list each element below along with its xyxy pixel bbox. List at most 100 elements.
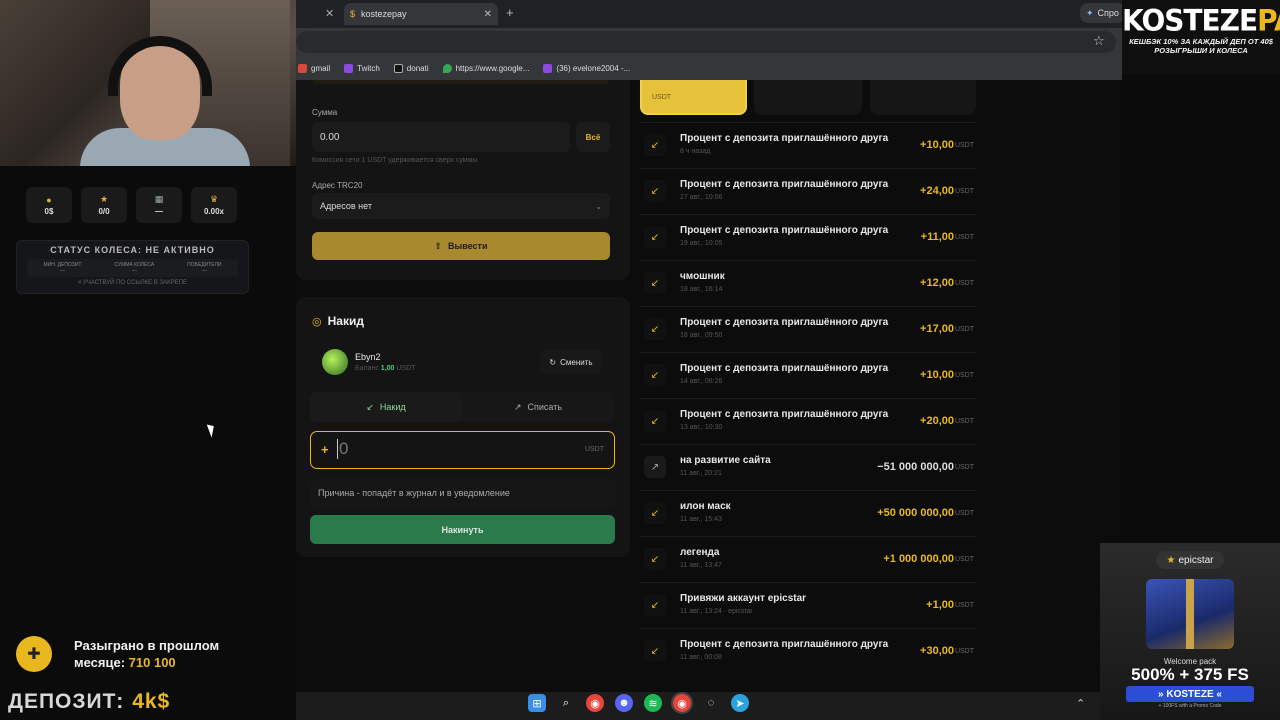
amount-input[interactable]: + 0 USDT <box>310 431 615 469</box>
donati-icon <box>393 63 403 73</box>
transaction-row: ↙ Процент с депозита приглашённого друга 8… <box>640 122 976 168</box>
arrow-down-left-icon: ↙ <box>644 410 666 432</box>
transaction-title: легенда <box>680 547 720 558</box>
close-icon[interactable]: ✕ <box>484 9 492 20</box>
transaction-row: ↙ илон маск 11 авг., 15:43 +50 000 000,00 US… <box>640 490 976 536</box>
stat-last: ▦ — <box>136 187 182 223</box>
moneybag-icon: ● <box>46 194 52 205</box>
chrome-icon[interactable]: ◉ <box>586 694 604 712</box>
wallet-card[interactable] <box>754 80 862 115</box>
transaction-date: 18 авг., 09:50 <box>680 332 723 339</box>
bookmarks-bar: gmail Twitch donati https://www.google..… <box>296 56 1122 80</box>
transaction-title: Процент с депозита приглашённого друга <box>680 363 889 374</box>
mode-tabs: ↙ Накид ↗ Списать <box>310 392 614 422</box>
change-button[interactable]: ↻ Сменить <box>540 350 602 374</box>
obs-icon[interactable]: ◌ <box>702 694 720 712</box>
url-field[interactable] <box>296 31 1116 53</box>
twitch-icon <box>344 63 354 73</box>
arrow-up-right-icon: ↗ <box>513 401 522 412</box>
raffled-info: ✚ Разыграно в прошлом месяце: 710 100 <box>16 636 224 672</box>
transaction-date: 18 авг., 16:14 <box>680 286 723 293</box>
bookmark-gmail[interactable]: gmail <box>298 63 330 73</box>
wallet-card[interactable] <box>870 80 976 115</box>
page-content: Сумма 0.00 Всё Комиссия сети 1 USDT удер… <box>296 80 1122 692</box>
twitch-icon <box>543 63 553 73</box>
all-button[interactable]: Всё <box>576 122 610 152</box>
transaction-date: 19 авг., 10:05 <box>680 240 723 247</box>
transaction-currency: USDT <box>954 234 974 241</box>
tab-spisat[interactable]: ↗ Списать <box>462 392 614 422</box>
kostezepay-logo: KOSTEZEPAY КЕШБЭК 10% ЗА КАЖДЫЙ ДЕП ОТ 4… <box>1122 0 1280 74</box>
transaction-amount: +1,00 <box>926 599 954 611</box>
close-icon[interactable]: ✕ <box>325 7 334 20</box>
tab-kostezepay[interactable]: $ kostezepay ✕ <box>344 3 498 25</box>
bookmark-donati[interactable]: donati <box>393 63 429 73</box>
wheel-footer: # УЧАСТВУЙ ПО ССЫЛКЕ В ЗАКРЕПЕ <box>78 280 187 286</box>
star-icon: ★ <box>1166 554 1176 566</box>
transaction-title: Процент с депозита приглашённого друга <box>680 133 889 144</box>
spotify-icon[interactable]: ≋ <box>644 694 662 712</box>
transaction-amount: +24,00 <box>920 185 954 197</box>
transaction-currency: USDT <box>954 188 974 195</box>
transaction-date: 11 авг., 13:47 <box>680 562 722 569</box>
arrow-down-left-icon: ↙ <box>644 180 666 202</box>
transaction-row: ↙ Процент с депозита приглашённого друга 1… <box>640 306 976 352</box>
star-icon: ★ <box>99 194 109 204</box>
arrow-up-right-icon: ↗ <box>644 456 666 478</box>
nakinut-button[interactable]: Накинуть <box>310 515 615 544</box>
refresh-icon: ↻ <box>549 357 557 367</box>
overlay-stats: ● 0$ ★ 0/0 ▦ — ♛ 0.00x <box>26 187 237 223</box>
transaction-amount: +11,00 <box>920 231 954 243</box>
transaction-title: Процент с депозита приглашённого друга <box>680 317 889 328</box>
transaction-amount: +1 000 000,00 <box>883 553 954 565</box>
fee-hint: Комиссия сети 1 USDT удерживается сверх … <box>312 157 478 164</box>
chevron-up-icon[interactable]: ⌃ <box>1076 697 1085 710</box>
address-select[interactable]: Адресов нет ⌄ <box>312 193 610 219</box>
discord-icon[interactable]: ☻ <box>615 694 633 712</box>
chrome-active-icon[interactable]: ◉ <box>671 692 693 714</box>
transaction-currency: USDT <box>954 556 974 563</box>
transaction-date: 11 авг., 15:43 <box>680 516 722 523</box>
sparkle-icon: ✦ <box>1086 7 1094 18</box>
wheel-status: СТАТУС КОЛЕСА: НЕ АКТИВНО МИН. ДЕПОЗИТ — … <box>16 240 249 294</box>
telegram-icon[interactable]: ➤ <box>731 694 749 712</box>
transaction-amount: +30,00 <box>920 645 954 657</box>
ai-button[interactable]: ✦ Спро <box>1080 3 1125 23</box>
wallet-card-usdt[interactable]: USDT <box>640 80 747 115</box>
arrow-down-left-icon: ↙ <box>644 594 666 616</box>
windows-start-icon[interactable]: ⊞ <box>528 694 546 712</box>
gift-icon: ✚ <box>16 636 52 672</box>
transaction-title: Процент с депозита приглашённого друга <box>680 639 889 650</box>
arrow-down-left-icon: ↙ <box>644 502 666 524</box>
transaction-row: ↙ Процент с депозита приглашённого друга 1… <box>640 352 976 398</box>
transaction-amount: +12,00 <box>920 277 954 289</box>
new-tab-button[interactable]: + <box>506 5 514 20</box>
nakid-panel: ◎ Накид Ebyn2 Баланс 1,00 USDT ↻ Сменить … <box>296 297 630 557</box>
transaction-date: 13 авг., 10:30 <box>680 424 723 431</box>
sum-input[interactable]: 0.00 <box>312 122 570 152</box>
upload-icon: ⇧ <box>434 240 443 251</box>
transaction-title: Процент с депозита приглашённого друга <box>680 225 889 236</box>
search-icon[interactable]: ⌕ <box>557 694 575 712</box>
transaction-date: 11 авг., 20:21 <box>680 470 722 477</box>
transaction-date: 8 ч назад <box>680 148 711 155</box>
transaction-row: ↙ Привяжи аккаунт epicstar 11 авг., 13:24 … <box>640 582 976 628</box>
withdraw-button[interactable]: ⇧ Вывести <box>312 232 610 260</box>
transaction-currency: USDT <box>954 372 974 379</box>
transaction-row: ↙ Процент с депозита приглашённого друга 1… <box>640 214 976 260</box>
address-label: Адрес TRC20 <box>312 181 363 190</box>
arrow-down-left-icon: ↙ <box>644 272 666 294</box>
bookmark-google[interactable]: https://www.google... <box>442 63 529 73</box>
bookmark-evelone[interactable]: (36) evelone2004 -... <box>543 63 630 73</box>
epicstar-logo: ★ epicstar <box>1156 551 1224 569</box>
mouse-cursor <box>206 422 218 438</box>
wheel-title: СТАТУС КОЛЕСА: НЕ АКТИВНО <box>50 245 215 255</box>
transaction-row: ↗ на развитие сайта 11 авг., 20:21 −51 000 … <box>640 444 976 490</box>
bookmark-twitch[interactable]: Twitch <box>344 63 380 73</box>
arrow-down-left-icon: ↙ <box>366 401 374 412</box>
tab-nakid[interactable]: ↙ Накид <box>310 392 462 422</box>
avatar <box>322 349 348 375</box>
reason-input[interactable]: Причина - попадёт в журнал и в уведомлен… <box>310 478 615 508</box>
arrow-down-left-icon: ↙ <box>644 134 666 156</box>
bookmark-star-icon[interactable]: ☆ <box>1093 33 1105 49</box>
